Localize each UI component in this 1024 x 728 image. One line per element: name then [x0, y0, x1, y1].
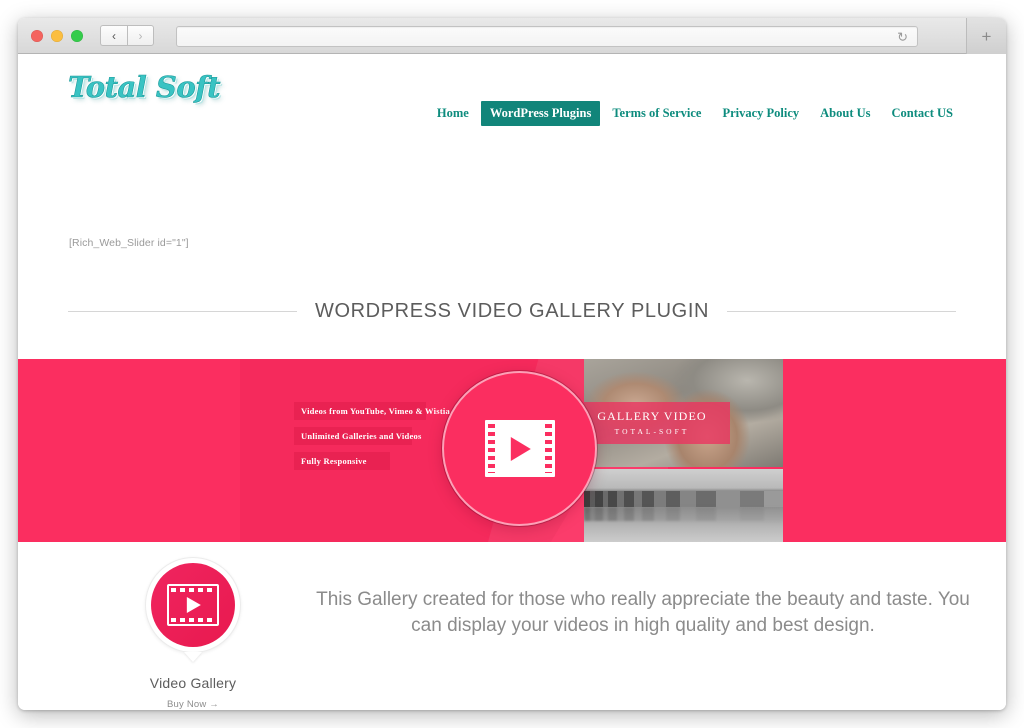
browser-window: ‹ › ↻ + Total Soft Home WordPress Plugin…: [18, 18, 1006, 710]
reload-icon[interactable]: ↻: [897, 30, 908, 43]
traffic-lights: [31, 29, 83, 42]
banner-caption-subtitle: TOTAL-SOFT: [614, 427, 690, 436]
close-window-button[interactable]: [31, 29, 43, 42]
buy-now-link[interactable]: Buy Now →: [128, 699, 258, 710]
main-navigation: Home WordPress Plugins Terms of Service …: [428, 101, 962, 126]
navigation-buttons: ‹ ›: [100, 25, 154, 46]
section-title-row: WORDPRESS VIDEO GALLERY PLUGIN: [68, 300, 957, 323]
site-header: Total Soft Home WordPress Plugins Terms …: [18, 54, 1006, 187]
product-badge: [145, 557, 241, 662]
banner-caption: GALLERY VIDEO TOTAL-SOFT: [584, 402, 730, 444]
product-description: This Gallery created for those who reall…: [316, 589, 970, 637]
product-title: Video Gallery: [149, 675, 237, 691]
forward-button[interactable]: ›: [127, 25, 154, 46]
banner-cityscape-photo: [584, 469, 783, 542]
nav-item-privacy-policy[interactable]: Privacy Policy: [713, 101, 808, 126]
new-tab-button[interactable]: +: [966, 18, 1006, 54]
filmstrip-icon: [167, 584, 219, 626]
back-button[interactable]: ‹: [100, 25, 127, 46]
nav-item-wordpress-plugins[interactable]: WordPress Plugins: [480, 101, 601, 126]
address-bar[interactable]: ↻: [176, 26, 918, 47]
browser-titlebar: ‹ › ↻ +: [18, 18, 1006, 54]
nav-item-about-us[interactable]: About Us: [811, 101, 879, 126]
product-card-video-gallery[interactable]: Video Gallery Buy Now →: [128, 557, 258, 710]
badge-pointer: [184, 652, 202, 662]
zoom-window-button[interactable]: [71, 29, 83, 42]
film-play-icon: [484, 420, 555, 477]
nav-item-home[interactable]: Home: [428, 101, 478, 126]
filmstrip-perforation-bottom: [171, 618, 215, 622]
slider-shortcode-text: [Rich_Web_Slider id="1"]: [69, 237, 189, 249]
nav-item-contact-us[interactable]: Contact US: [883, 101, 962, 126]
banner-feature-item: Fully Responsive: [294, 452, 390, 470]
banner-caption-title: GALLERY VIDEO: [597, 409, 707, 423]
banner-play-button[interactable]: [442, 371, 597, 526]
divider-right: [727, 311, 957, 312]
divider-left: [68, 311, 297, 312]
product-row: Video Gallery Buy Now → This Gallery cre…: [18, 542, 1006, 710]
promo-banner[interactable]: Videos from YouTube, Vimeo & Wistia Unli…: [18, 359, 1006, 542]
play-triangle-icon: [510, 436, 531, 461]
banner-feature-list: Videos from YouTube, Vimeo & Wistia Unli…: [294, 402, 450, 470]
banner-feature-item: Videos from YouTube, Vimeo & Wistia: [294, 402, 450, 420]
page-title: WORDPRESS VIDEO GALLERY PLUGIN: [314, 300, 710, 322]
play-triangle-icon: [186, 597, 201, 613]
site-logo[interactable]: Total Soft: [68, 70, 221, 105]
minimize-window-button[interactable]: [51, 29, 63, 42]
nav-item-terms-of-service[interactable]: Terms of Service: [603, 101, 710, 126]
video-gallery-icon: [151, 563, 235, 647]
filmstrip-perforation-top: [171, 588, 215, 592]
page-viewport: Total Soft Home WordPress Plugins Terms …: [18, 54, 1006, 710]
banner-feature-item: Unlimited Galleries and Videos: [294, 427, 421, 445]
banner-photo-collage: GALLERY VIDEO TOTAL-SOFT: [584, 359, 783, 542]
